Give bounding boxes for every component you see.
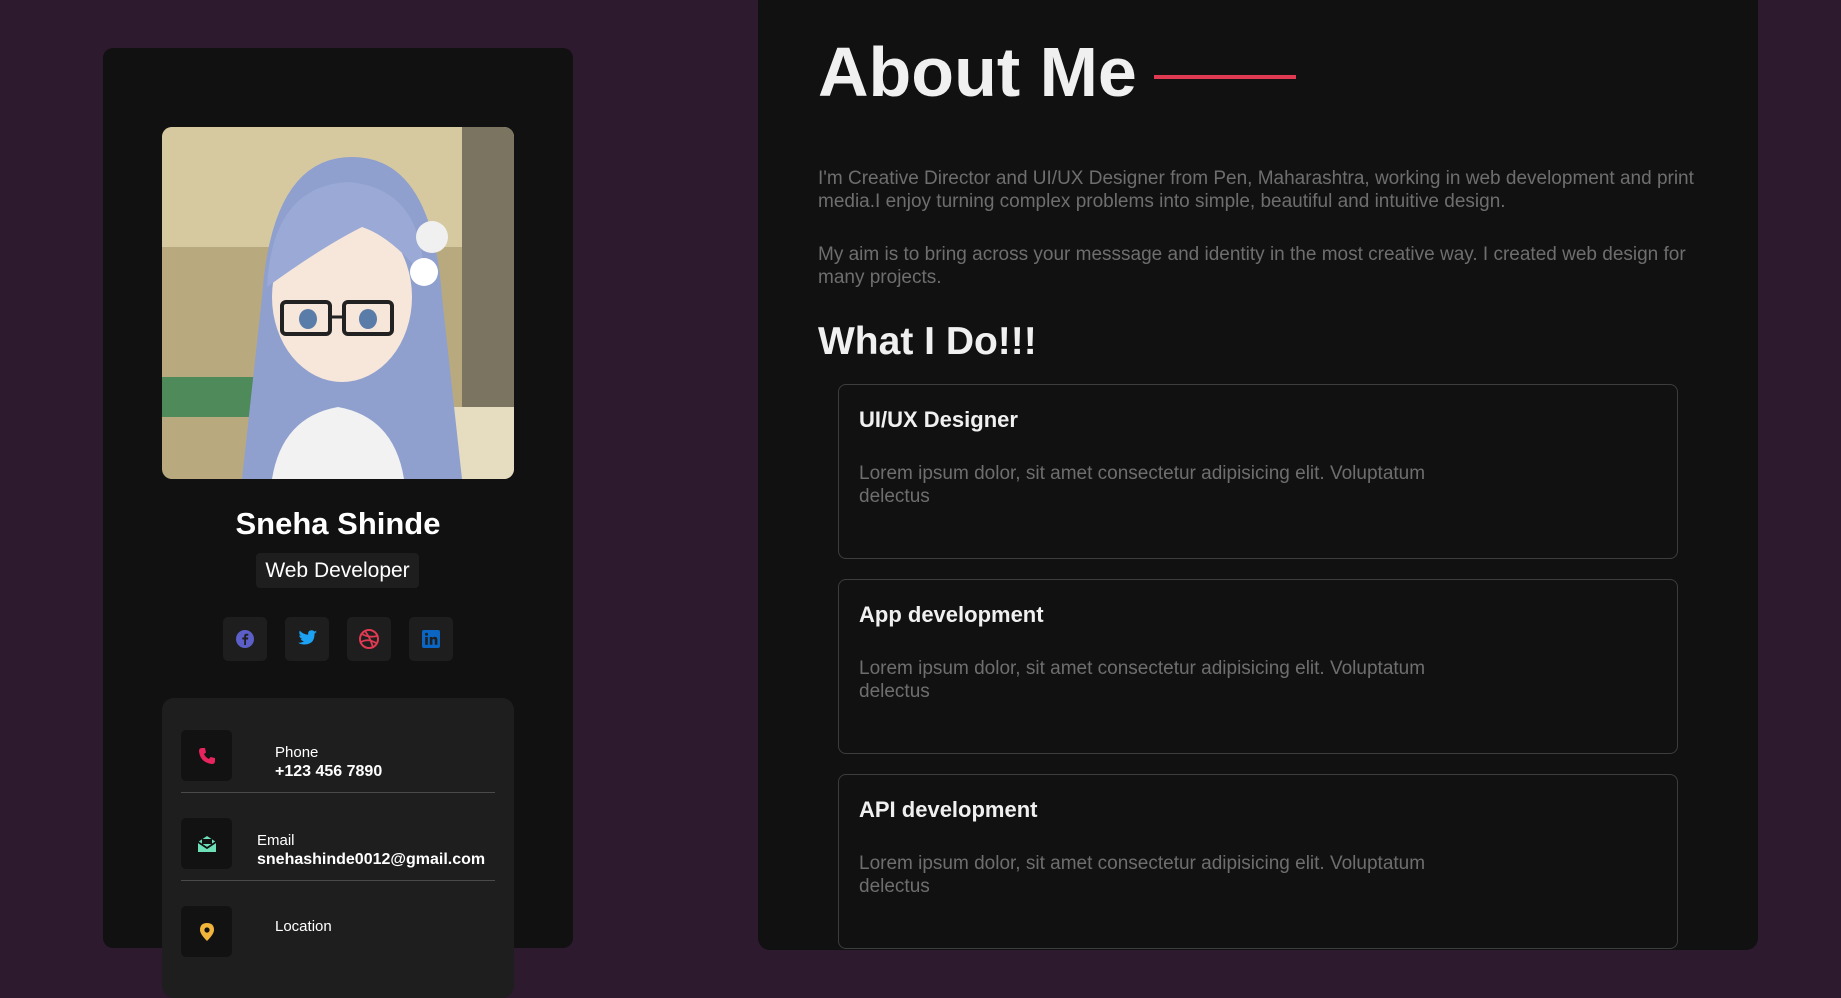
phone-value[interactable]: +123 456 7890 [275, 763, 382, 781]
facebook-icon [236, 630, 254, 648]
avatar-image [162, 127, 514, 479]
location-icon-box [181, 906, 232, 957]
email-icon-box [181, 818, 232, 869]
dribbble-icon [359, 629, 379, 649]
phone-icon-box [181, 730, 232, 781]
phone-label: Phone [275, 744, 319, 761]
dribbble-link[interactable] [347, 617, 391, 661]
about-panel: About Me I'm Creative Director and UI/UX… [758, 0, 1758, 950]
services-title: What I Do!!! [818, 320, 1037, 363]
service-description: Lorem ipsum dolor, sit amet consectetur … [859, 853, 1426, 897]
location-label: Location [275, 918, 332, 935]
linkedin-icon [422, 630, 440, 648]
email-label: Email [257, 832, 295, 849]
service-title: API development [859, 797, 1038, 822]
contact-list: Phone +123 456 7890 Email snehashinde001… [162, 698, 514, 998]
service-card-uiux: UI/UX Designer Lorem ipsum dolor, sit am… [838, 384, 1678, 559]
about-paragraph-2: My aim is to bring across your messsage … [818, 244, 1686, 288]
facebook-link[interactable] [223, 617, 267, 661]
page-title: About Me [818, 33, 1137, 111]
role-badge: Web Developer [256, 553, 419, 588]
title-underline [1154, 75, 1296, 79]
location-icon [199, 922, 214, 941]
phone-icon [198, 747, 215, 764]
service-description: Lorem ipsum dolor, sit amet consectetur … [859, 463, 1426, 507]
service-card-api: API development Lorem ipsum dolor, sit a… [838, 774, 1678, 949]
service-card-app: App development Lorem ipsum dolor, sit a… [838, 579, 1678, 754]
profile-sidebar: Sneha Shinde Web Developer Phone +123 45… [103, 48, 573, 998]
service-description: Lorem ipsum dolor, sit amet consectetur … [859, 658, 1426, 702]
linkedin-link[interactable] [409, 617, 453, 661]
service-title: App development [859, 602, 1044, 627]
divider [181, 792, 495, 793]
email-value[interactable]: snehashinde0012@gmail.com [257, 851, 485, 869]
avatar [162, 127, 514, 479]
about-paragraph-1: I'm Creative Director and UI/UX Designer… [818, 168, 1694, 212]
service-title: UI/UX Designer [859, 407, 1018, 432]
envelope-open-icon [197, 835, 216, 852]
divider [181, 880, 495, 881]
profile-name: Sneha Shinde [235, 506, 441, 541]
twitter-link[interactable] [285, 617, 329, 661]
twitter-icon [298, 630, 318, 645]
